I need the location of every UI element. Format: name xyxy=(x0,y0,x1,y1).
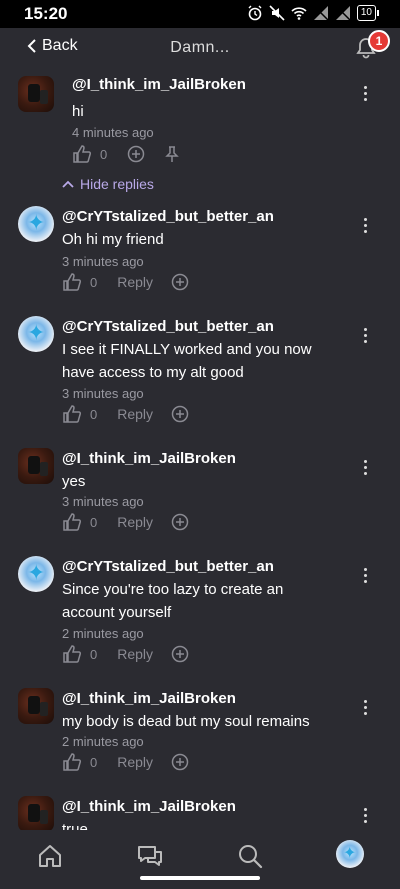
more-options-button[interactable] xyxy=(362,460,368,478)
comment-text-line: I see it FINALLY worked and you now xyxy=(62,341,312,358)
add-reaction-icon[interactable] xyxy=(127,145,145,163)
comment-author[interactable]: @CrYTstalized_but_better_an xyxy=(62,558,274,575)
reply-button[interactable]: Reply xyxy=(117,646,153,662)
comment-actions: 0 xyxy=(72,144,181,164)
thumbs-up-icon[interactable] xyxy=(62,404,82,424)
thumbs-up-icon[interactable] xyxy=(62,272,82,292)
comment-time: 4 minutes ago xyxy=(72,125,154,140)
add-reaction-icon[interactable] xyxy=(171,513,189,531)
more-options-button[interactable] xyxy=(362,700,368,718)
wifi-icon xyxy=(291,7,307,20)
like-count: 0 xyxy=(90,646,98,662)
like-count: 0 xyxy=(90,514,98,530)
comment-author[interactable]: @I_think_im_JailBroken xyxy=(72,76,246,93)
comment-actions: 0 Reply xyxy=(62,272,189,292)
comment-actions: 0 Reply xyxy=(62,512,189,532)
comment-text: yes xyxy=(62,473,86,490)
comment-text: Oh hi my friend xyxy=(62,231,164,248)
comment-actions: 0 Reply xyxy=(62,752,189,772)
page-title: Damn... xyxy=(170,39,230,56)
thumbs-up-icon[interactable] xyxy=(72,144,92,164)
profile-avatar[interactable] xyxy=(336,840,364,868)
status-bar: 15:20 10 xyxy=(0,0,400,28)
add-reaction-icon[interactable] xyxy=(171,405,189,423)
avatar[interactable] xyxy=(18,316,54,352)
battery-icon: 10 xyxy=(356,5,380,21)
avatar[interactable] xyxy=(18,448,54,484)
avatar[interactable] xyxy=(18,796,54,830)
comment-text: I see it FINALLY worked and you now have… xyxy=(62,338,312,384)
like-count: 0 xyxy=(100,146,108,162)
comment-text: my body is dead but my soul remains xyxy=(62,713,310,730)
more-options-button[interactable] xyxy=(362,218,368,236)
thumbs-up-icon[interactable] xyxy=(62,512,82,532)
comment-time: 3 minutes ago xyxy=(62,494,144,509)
more-options-button[interactable] xyxy=(362,328,368,346)
comment-time: 3 minutes ago xyxy=(62,386,144,401)
add-reaction-icon[interactable] xyxy=(171,645,189,663)
comment-time: 2 minutes ago xyxy=(62,626,144,641)
signal-icon xyxy=(313,5,329,21)
comment-author[interactable]: @CrYTstalized_but_better_an xyxy=(62,208,274,225)
top-header: Back Damn... 1 xyxy=(0,28,400,70)
add-reaction-icon[interactable] xyxy=(171,753,189,771)
signal-icon xyxy=(335,5,351,21)
reply-button[interactable]: Reply xyxy=(117,274,153,290)
comment-thread: @I_think_im_JailBroken hi 4 minutes ago … xyxy=(0,70,400,830)
chevron-up-icon xyxy=(62,180,74,188)
more-options-button[interactable] xyxy=(362,568,368,586)
hide-replies-button[interactable]: Hide replies xyxy=(62,176,154,192)
avatar[interactable] xyxy=(18,688,54,724)
reply-button[interactable]: Reply xyxy=(117,406,153,422)
comment-text-line: Since you're too lazy to create an xyxy=(62,581,284,598)
comment-text: true xyxy=(62,821,88,830)
chat-icon[interactable] xyxy=(136,842,164,870)
like-count: 0 xyxy=(90,406,98,422)
more-options-button[interactable] xyxy=(362,86,368,104)
thumbs-up-icon[interactable] xyxy=(62,752,82,772)
status-icons: 10 xyxy=(247,5,380,21)
search-icon[interactable] xyxy=(236,842,264,870)
avatar[interactable] xyxy=(18,206,54,242)
notification-badge: 1 xyxy=(368,30,390,52)
mute-icon xyxy=(269,5,285,21)
status-time: 15:20 xyxy=(24,4,68,23)
home-icon[interactable] xyxy=(36,842,64,870)
comment-author[interactable]: @I_think_im_JailBroken xyxy=(62,690,236,707)
comment-text: hi xyxy=(72,103,84,120)
comment-author[interactable]: @I_think_im_JailBroken xyxy=(62,798,236,815)
comment-text: Since you're too lazy to create an accou… xyxy=(62,578,283,624)
add-reaction-icon[interactable] xyxy=(171,273,189,291)
reply-button[interactable]: Reply xyxy=(117,514,153,530)
like-count: 0 xyxy=(90,754,98,770)
alarm-icon xyxy=(248,5,262,21)
avatar[interactable] xyxy=(18,76,54,112)
like-count: 0 xyxy=(90,274,98,290)
comment-author[interactable]: @CrYTstalized_but_better_an xyxy=(62,318,274,335)
comment-text-line: account yourself xyxy=(62,604,172,621)
pin-icon[interactable] xyxy=(163,145,181,163)
hide-replies-label: Hide replies xyxy=(80,176,154,192)
comment-time: 3 minutes ago xyxy=(62,254,144,269)
comment-actions: 0 Reply xyxy=(62,644,189,664)
comment-actions: 0 Reply xyxy=(62,404,189,424)
bottom-navigation xyxy=(0,830,400,889)
more-options-button[interactable] xyxy=(362,808,368,826)
comment-author[interactable]: @I_think_im_JailBroken xyxy=(62,450,236,467)
home-indicator xyxy=(140,876,260,880)
comment-text-line: have access to my alt good xyxy=(62,364,244,381)
comment-time: 2 minutes ago xyxy=(62,734,144,749)
reply-button[interactable]: Reply xyxy=(117,754,153,770)
thumbs-up-icon[interactable] xyxy=(62,644,82,664)
avatar[interactable] xyxy=(18,556,54,592)
